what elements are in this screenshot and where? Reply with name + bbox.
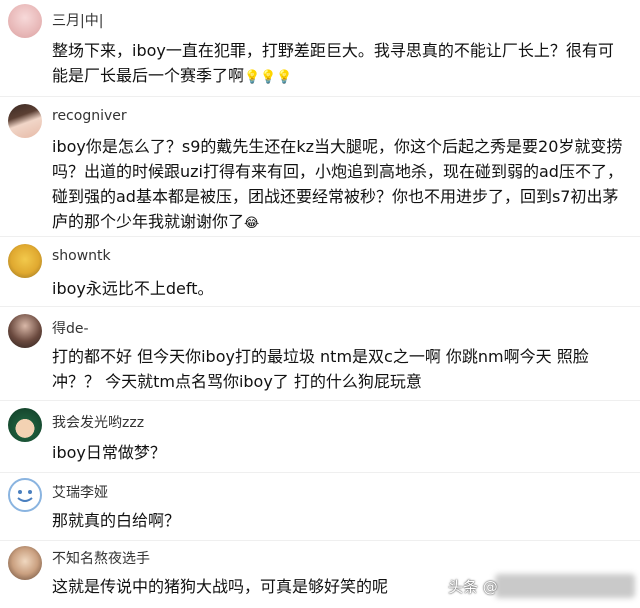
comment-text-content: 整场下来，iboy一直在犯罪，打野差距巨大。我寻思真的不能让厂长上？很有可能是厂…: [52, 41, 614, 85]
bulb-emoji-icon: 💡💡💡: [244, 70, 293, 85]
comment-text: iboy日常做梦？: [52, 443, 166, 462]
avatar[interactable]: [8, 478, 42, 512]
avatar[interactable]: [8, 314, 42, 348]
comment-username[interactable]: 三月|中|: [52, 10, 103, 30]
divider: [0, 306, 640, 307]
comment-text: 打的都不好 但今天你iboy打的最垃圾 ntm是双c之一啊 你跳nm啊今天 照脸…: [52, 347, 589, 391]
comment-text: iboy永远比不上deft。: [52, 279, 214, 298]
avatar[interactable]: [8, 4, 42, 38]
comment-username[interactable]: 我会发光哟zzz: [52, 412, 144, 432]
divider: [0, 400, 640, 401]
watermark-blur: [495, 574, 635, 598]
comment-username[interactable]: showntk: [52, 248, 111, 264]
comment-text: 那就真的白给啊？: [52, 511, 181, 530]
smiley-icon: [17, 490, 33, 502]
divider: [0, 540, 640, 541]
divider: [0, 236, 640, 237]
comment-username[interactable]: 不知名熬夜选手: [52, 548, 150, 568]
comment-text: 这就是传说中的猪狗大战吗，可真是够好笑的呢: [52, 577, 389, 596]
avatar[interactable]: [8, 104, 42, 138]
comment-username[interactable]: 艾瑞李娅: [52, 482, 108, 502]
watermark: 头条 @: [448, 578, 498, 596]
avatar[interactable]: [8, 244, 42, 278]
laughing-emoji-icon: 😂: [244, 216, 260, 231]
comment-text-content: iboy你是怎么了？s9的戴先生还在kz当大腿呢，你这个后起之秀是要20岁就变捞…: [52, 137, 623, 231]
divider: [0, 472, 640, 473]
comment-text: iboy你是怎么了？s9的戴先生还在kz当大腿呢，你这个后起之秀是要20岁就变捞…: [52, 134, 628, 236]
comment-username[interactable]: 得de-: [52, 318, 89, 338]
avatar[interactable]: [8, 408, 42, 442]
comment-username[interactable]: recogniver: [52, 108, 127, 124]
avatar[interactable]: [8, 546, 42, 580]
comment-text: 整场下来，iboy一直在犯罪，打野差距巨大。我寻思真的不能让厂长上？很有可能是厂…: [52, 38, 628, 90]
divider: [0, 96, 640, 97]
